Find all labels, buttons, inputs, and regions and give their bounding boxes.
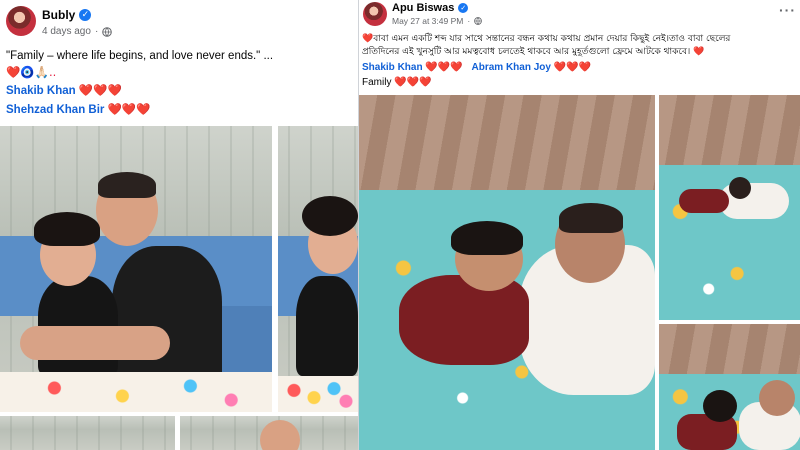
caption-text: "Family – where life begins, and love ne… (6, 50, 274, 62)
verified-badge-icon: ✓ (79, 9, 92, 21)
post-photo-bottom-left[interactable] (0, 416, 175, 450)
avatar[interactable] (363, 2, 387, 26)
post-time[interactable]: May 27 at 3:49 PM (392, 16, 463, 26)
footer-word: Family (362, 77, 392, 88)
more-options-icon[interactable]: ··· (779, 2, 796, 18)
tag-shakib-khan[interactable]: Shakib Khan (362, 62, 423, 73)
tag-shakib-khan[interactable]: Shakib Khan (6, 85, 76, 97)
post-photo-side-top[interactable] (659, 95, 800, 320)
post-photo-main[interactable] (359, 95, 655, 450)
tag-shehzad-khan-bir[interactable]: Shehzad Khan Bir (6, 104, 104, 116)
caption-text-line1: বাবা এমন একটি শব্দ যার সাথে সন্তানের বন্… (373, 34, 731, 44)
post-photo-bottom-right[interactable] (180, 416, 358, 450)
globe-icon (474, 17, 483, 25)
post-apu-biswas: Apu Biswas ✓ May 27 at 3:49 PM · ··· ❤️ব… (358, 0, 800, 450)
avatar[interactable] (6, 6, 36, 36)
post-photo-side-bottom[interactable] (659, 324, 800, 450)
post-time[interactable]: 4 days ago (42, 26, 91, 37)
caption-text-line2: প্রতিদিনের এই খুনসুটি আর মমত্ববোধ চলতেই … (362, 47, 705, 57)
post-bubly: Bubly ✓ 4 days ago · "Family – where lif… (0, 0, 358, 450)
emoji-line: ❤️🧿🙏🏻.. (6, 65, 57, 79)
globe-icon (102, 26, 113, 37)
post-photo-side[interactable] (278, 126, 358, 412)
author-name[interactable]: Apu Biswas (392, 2, 454, 14)
tag-abram-khan-joy[interactable]: Abram Khan Joy (472, 62, 551, 73)
post-caption: "Family – where life begins, and love ne… (6, 48, 351, 118)
verified-badge-icon: ✓ (458, 3, 469, 13)
post-photo-main[interactable] (0, 126, 272, 412)
author-name[interactable]: Bubly (42, 8, 75, 22)
post-caption: ❤️বাবা এমন একটি শব্দ যার সাথে সন্তানের ব… (362, 33, 798, 89)
